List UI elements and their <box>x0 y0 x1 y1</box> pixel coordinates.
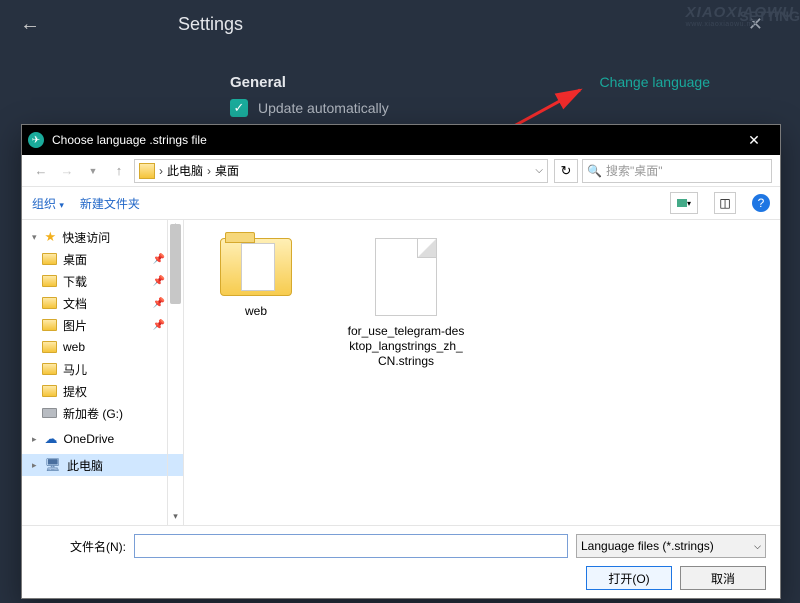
search-input[interactable]: 🔍 搜索"桌面" <box>582 159 772 183</box>
path-segment-root[interactable]: 此电脑 <box>167 162 203 179</box>
file-icon <box>375 238 437 316</box>
sidebar-label: 快速访问 <box>62 229 110 246</box>
folder-icon <box>139 163 155 179</box>
chevron-right-icon: › <box>159 164 163 178</box>
file-open-dialog: ✈ Choose language .strings file ✕ ← → ▼ … <box>21 124 781 599</box>
sidebar-scrollbar[interactable]: ▴ ▾ <box>167 220 183 525</box>
update-auto-label: Update automatically <box>258 100 389 116</box>
cloud-icon: ☁ <box>45 431 58 447</box>
search-placeholder: 搜索"桌面" <box>606 162 663 179</box>
sidebar-item-label: 桌面 <box>63 251 87 268</box>
back-button[interactable]: ← <box>12 9 48 40</box>
pin-icon: 📌 <box>153 298 165 309</box>
drive-icon <box>42 408 57 418</box>
pin-icon: 📌 <box>153 254 165 265</box>
pin-icon: 📌 <box>153 276 165 287</box>
sidebar-item-label: 马儿 <box>63 361 87 378</box>
view-mode-button[interactable]: ▾ <box>670 192 698 214</box>
item-label: web <box>196 304 316 319</box>
sidebar-item-desktop[interactable]: 桌面 📌 <box>22 248 183 270</box>
open-button[interactable]: 打开(O) <box>586 566 672 590</box>
sidebar-item-label: 新加卷 (G:) <box>63 405 123 422</box>
sidebar-item-web[interactable]: web <box>22 336 183 358</box>
nav-up-button[interactable]: ↑ <box>108 160 130 182</box>
cancel-button[interactable]: 取消 <box>680 566 766 590</box>
sidebar-onedrive[interactable]: ▸ ☁ OneDrive <box>22 428 183 450</box>
folder-item-web[interactable]: web <box>196 238 316 319</box>
filetype-label: Language files (*.strings) <box>581 539 714 553</box>
file-list[interactable]: web for_use_telegram-desktop_langstrings… <box>184 220 780 525</box>
sidebar-quick-access[interactable]: ▾ ★ 快速访问 <box>22 226 183 248</box>
sidebar-this-pc[interactable]: ▸ 🖥 此电脑 <box>22 454 183 476</box>
chevron-right-icon: ▸ <box>32 460 37 471</box>
chevron-down-icon: ⌵ <box>754 541 761 552</box>
setting-partial-text: SETTING <box>739 8 800 24</box>
search-icon: 🔍 <box>587 164 602 178</box>
sidebar-item-label: web <box>63 340 85 354</box>
chevron-right-icon: › <box>207 164 211 178</box>
dialog-title: Choose language .strings file <box>52 133 207 147</box>
sidebar-item-documents[interactable]: 文档 📌 <box>22 292 183 314</box>
star-icon: ★ <box>45 229 57 245</box>
update-auto-checkbox[interactable]: ✓ <box>230 99 248 117</box>
sidebar-label: 此电脑 <box>67 457 103 474</box>
nav-back-button[interactable]: ← <box>30 160 52 182</box>
preview-pane-button[interactable]: ◫ <box>714 192 736 214</box>
settings-title: Settings <box>178 14 243 35</box>
folder-icon <box>42 385 57 397</box>
close-icon[interactable]: ✕ <box>734 132 774 149</box>
new-folder-button[interactable]: 新建文件夹 <box>80 195 140 212</box>
sidebar-item-tiquan[interactable]: 提权 <box>22 380 183 402</box>
nav-recent-dropdown[interactable]: ▼ <box>82 160 104 182</box>
folder-icon <box>42 319 57 331</box>
item-label: for_use_telegram-desktop_langstrings_zh_… <box>346 324 466 369</box>
filename-input[interactable] <box>134 534 568 558</box>
change-language-link[interactable]: Change language <box>599 74 710 90</box>
app-icon: ✈ <box>28 132 44 148</box>
sidebar-item-maer[interactable]: 马儿 <box>22 358 183 380</box>
chevron-down-icon: ▾ <box>32 232 37 243</box>
path-segment-leaf[interactable]: 桌面 <box>215 162 239 179</box>
scroll-down-icon[interactable]: ▾ <box>168 511 183 525</box>
folder-icon <box>42 341 57 353</box>
path-dropdown-icon[interactable]: ⌵ <box>535 165 543 176</box>
nav-forward-button[interactable]: → <box>56 160 78 182</box>
pc-icon: 🖥 <box>45 457 62 473</box>
sidebar-item-label: 图片 <box>63 317 87 334</box>
sidebar-item-label: 下载 <box>63 273 87 290</box>
sidebar: ▾ ★ 快速访问 桌面 📌 下载 📌 文档 📌 图片 📌 web 马儿 提权 新加卷 (… <box>22 220 184 525</box>
file-item-strings[interactable]: for_use_telegram-desktop_langstrings_zh_… <box>346 238 466 369</box>
organize-menu[interactable]: 组织 ▾ <box>32 195 64 212</box>
sidebar-item-label: 提权 <box>63 383 87 400</box>
refresh-button[interactable]: ↻ <box>554 159 578 183</box>
folder-icon <box>42 363 57 375</box>
folder-icon <box>42 275 57 287</box>
general-section-header: General <box>230 74 286 91</box>
sidebar-label: OneDrive <box>64 432 115 446</box>
folder-icon <box>42 253 57 265</box>
folder-icon <box>42 297 57 309</box>
sidebar-item-downloads[interactable]: 下载 📌 <box>22 270 183 292</box>
sidebar-item-pictures[interactable]: 图片 📌 <box>22 314 183 336</box>
filetype-select[interactable]: Language files (*.strings) ⌵ <box>576 534 766 558</box>
help-button[interactable]: ? <box>752 194 770 212</box>
chevron-right-icon: ▸ <box>32 434 37 445</box>
scroll-thumb[interactable] <box>170 224 181 304</box>
address-bar[interactable]: › 此电脑 › 桌面 ⌵ <box>134 159 548 183</box>
pin-icon: 📌 <box>153 320 165 331</box>
sidebar-item-drive-g[interactable]: 新加卷 (G:) <box>22 402 183 424</box>
sidebar-item-label: 文档 <box>63 295 87 312</box>
folder-icon <box>220 238 292 296</box>
filename-label: 文件名(N): <box>36 538 126 555</box>
